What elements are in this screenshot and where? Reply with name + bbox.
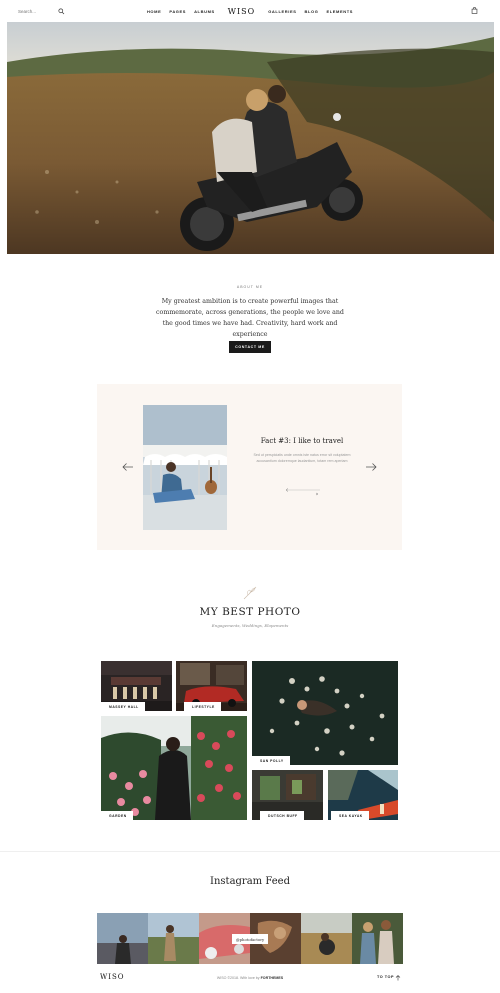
gallery-tile-dutsch-buff[interactable]: DUTSCH BUFF <box>252 770 323 820</box>
hero-image <box>7 22 494 254</box>
tile-label: LIFESTYLE <box>184 702 221 711</box>
leaf-icon <box>243 586 257 600</box>
instagram-photo[interactable] <box>301 913 352 964</box>
tile-label: SAN POLLY <box>252 756 290 765</box>
arrow-up-icon[interactable] <box>395 975 401 981</box>
fact-title: Fact #3: I like to travel <box>260 437 344 445</box>
site-logo[interactable]: WISO <box>228 7 255 16</box>
footer-brand-link[interactable]: FORTHEMES <box>261 976 284 980</box>
arrow-left-icon[interactable] <box>122 462 134 472</box>
best-photo-title: MY BEST PHOTO <box>199 606 301 618</box>
section-divider <box>0 851 500 852</box>
search-icon[interactable] <box>58 7 65 15</box>
fact-slider: Fact #3: I like to travel Sed ut perspic… <box>97 384 402 550</box>
tile-label: DUTSCH BUFF <box>260 811 304 820</box>
about-eyebrow: ABOUT ME <box>236 285 264 289</box>
gallery-tile-lifestyle[interactable]: LIFESTYLE <box>176 661 247 711</box>
footer-copy-text: WISO ©2018. With love by <box>216 976 260 980</box>
slider-progress-icon[interactable] <box>285 486 321 496</box>
instagram-photo[interactable] <box>352 913 403 964</box>
instagram-photo[interactable] <box>148 913 199 964</box>
to-top-button[interactable]: TO TOP <box>377 975 394 979</box>
gallery-tile-massey-hall[interactable]: MASSEY HALL <box>101 661 172 711</box>
main-nav: HOME PAGES ALBUMS WISO GALLERIES BLOG EL… <box>147 6 353 16</box>
instagram-title: Instagram Feed <box>210 876 290 887</box>
gallery-tile-san-polly[interactable]: SAN POLLY <box>252 661 398 765</box>
tile-label: SEA KAYAK <box>331 811 369 820</box>
gallery-tile-garden[interactable]: GARDEN <box>101 716 247 820</box>
search-box[interactable] <box>18 6 68 16</box>
about-text: My greatest ambition is to create powerf… <box>156 298 344 338</box>
search-input[interactable] <box>18 8 58 14</box>
tile-label: GARDEN <box>101 811 133 820</box>
nav-galleries[interactable]: GALLERIES <box>268 9 296 14</box>
nav-albums[interactable]: ALBUMS <box>194 9 215 14</box>
nav-pages[interactable]: PAGES <box>169 9 186 14</box>
nav-blog[interactable]: BLOG <box>305 9 319 14</box>
best-photo-subtitle: Engagements, Weddings, Elopements <box>211 623 289 628</box>
arrow-right-icon[interactable] <box>365 462 377 472</box>
gallery-tile-sea-kayak[interactable]: SEA KAYAK <box>328 770 398 820</box>
contact-button[interactable]: CONTACT ME <box>229 341 271 353</box>
footer-copyright: WISO ©2018. With love by FORTHEMES <box>0 976 500 980</box>
nav-home[interactable]: HOME <box>147 9 161 14</box>
nav-elements[interactable]: ELEMENTS <box>326 9 353 14</box>
bag-icon[interactable] <box>471 7 478 14</box>
site-header: HOME PAGES ALBUMS WISO GALLERIES BLOG EL… <box>0 0 500 22</box>
tile-label: MASSEY HALL <box>101 702 145 711</box>
instagram-photo[interactable] <box>97 913 148 964</box>
fact-description: Sed ut perspiciatis unde omnis iste natu… <box>253 453 351 463</box>
fact-photo <box>143 405 227 530</box>
instagram-handle[interactable]: @photofactory <box>232 934 268 944</box>
